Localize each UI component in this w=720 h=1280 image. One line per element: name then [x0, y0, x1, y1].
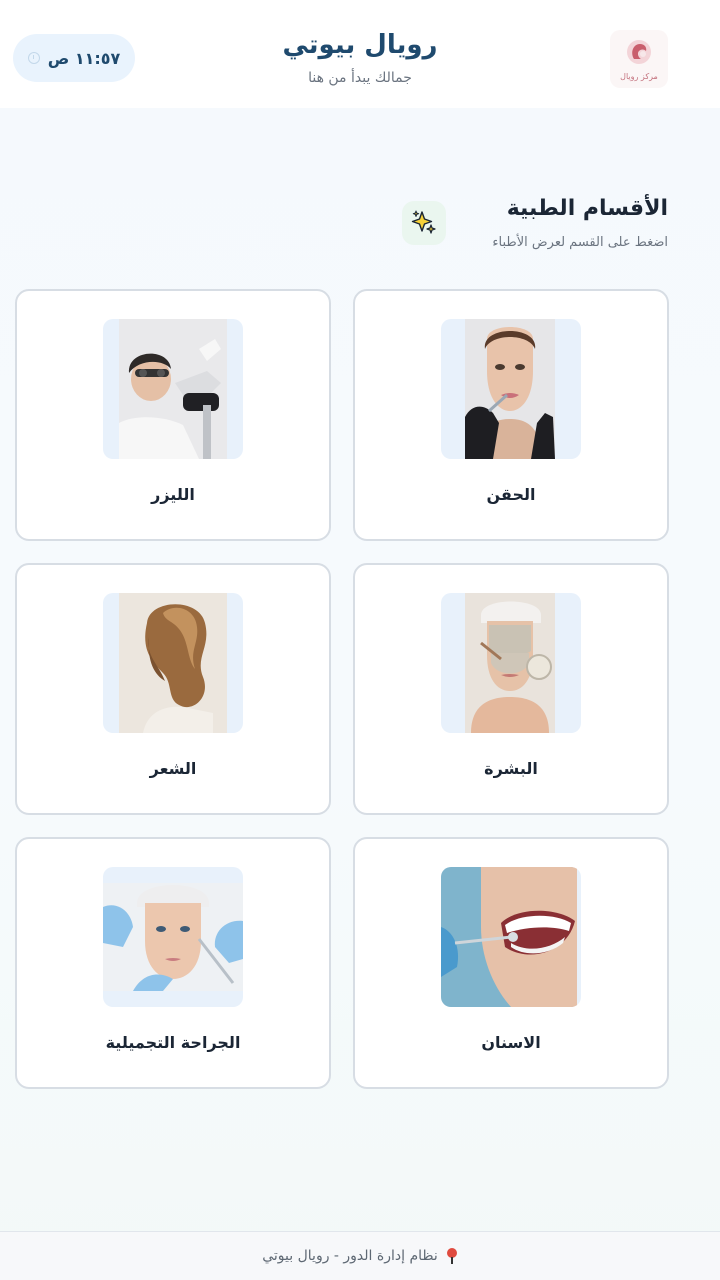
current-time: ١١:٥٧ ص	[47, 48, 121, 68]
department-image	[441, 593, 581, 733]
department-label: الجراحة التجميلية	[105, 1033, 241, 1052]
section-title: الأقسام الطبية	[506, 196, 668, 221]
footer: نظام إدارة الدور - رويال بيوتي	[0, 1231, 720, 1280]
department-label: الحقن	[486, 485, 536, 504]
department-card-skin[interactable]: البشرة	[353, 563, 669, 815]
department-image	[103, 593, 243, 733]
department-label: الشعر	[149, 759, 197, 778]
department-label: البشرة	[484, 759, 538, 778]
department-image	[441, 867, 581, 1007]
sparkles-icon	[402, 201, 446, 245]
department-card-dental[interactable]: الاسنان	[353, 837, 669, 1089]
department-label: الليزر	[151, 485, 195, 504]
department-card-laser[interactable]: الليزر	[15, 289, 331, 541]
department-image	[441, 319, 581, 459]
department-card-injection[interactable]: الحقن	[353, 289, 669, 541]
department-image	[103, 867, 243, 1007]
department-card-hair[interactable]: الشعر	[15, 563, 331, 815]
section-header: الأقسام الطبية اضغط على القسم لعرض الأطب…	[492, 196, 668, 250]
department-image	[103, 319, 243, 459]
clock-icon	[27, 52, 40, 64]
pin-icon	[446, 1248, 458, 1264]
footer-text: نظام إدارة الدور - رويال بيوتي	[262, 1248, 438, 1264]
department-card-cosmetic-surgery[interactable]: الجراحة التجميلية	[15, 837, 331, 1089]
departments-grid: الحقن الليزر البشرة الشعر الاسنان الجراح…	[14, 289, 669, 1089]
time-pill: ١١:٥٧ ص	[13, 34, 135, 82]
department-label: الاسنان	[481, 1033, 541, 1052]
section-subtitle: اضغط على القسم لعرض الأطباء	[492, 235, 668, 250]
app-header: مركز رويال رويال بيوتي جمالك يبدأ من هنا…	[0, 0, 720, 108]
